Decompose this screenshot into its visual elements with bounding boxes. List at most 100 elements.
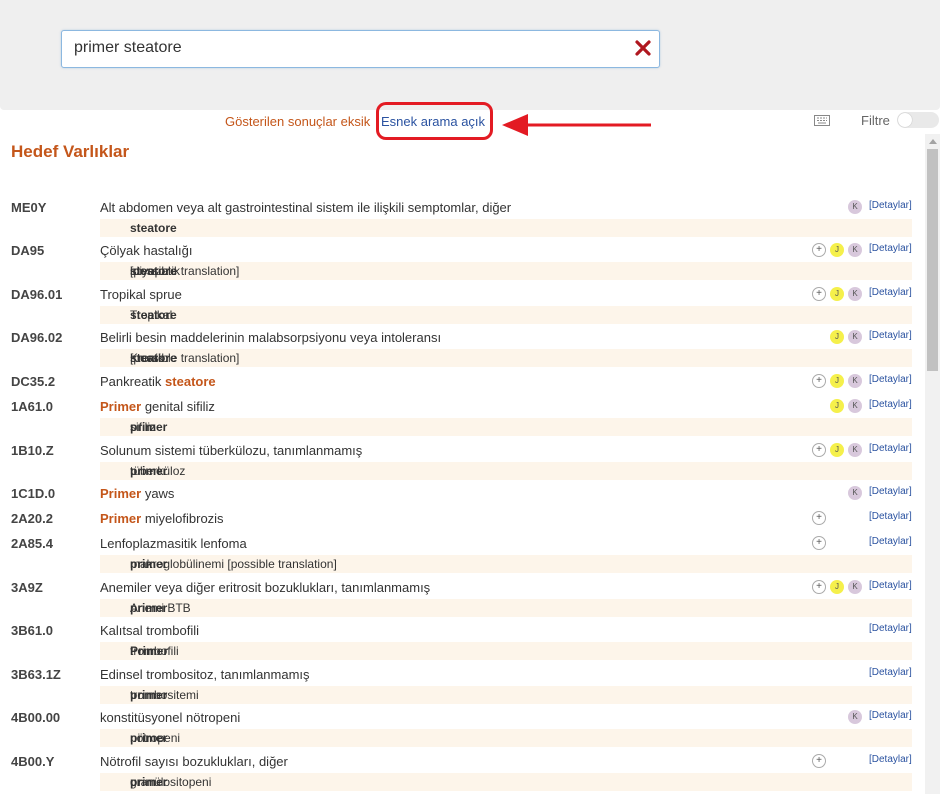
k-badge: K: [848, 580, 862, 594]
text-segment: genital sifiliz: [141, 399, 215, 414]
entity-title[interactable]: Tropikal sprue: [100, 287, 182, 302]
text-segment: Anemiler veya diğer eritrosit bozuklukla…: [100, 580, 431, 595]
details-link[interactable]: [Detaylar]: [869, 536, 912, 547]
text-segment: Edinsel trombositoz, tanımlanmamış: [100, 667, 310, 682]
k-badge: K: [848, 399, 862, 413]
text-segment: Kalıtsal trombofili: [100, 623, 199, 638]
match-highlight: Primer: [100, 511, 142, 526]
match-highlight: Primer: [100, 486, 142, 501]
entity-code[interactable]: 4B00.Y: [11, 754, 54, 769]
matched-synonym: primer nötropeni: [100, 729, 912, 747]
match-highlight: steatore: [130, 221, 177, 235]
text-segment: Tropikal sprue: [100, 287, 182, 302]
details-link[interactable]: [Detaylar]: [869, 623, 912, 634]
entity-code[interactable]: DA95: [11, 243, 44, 258]
k-badge: K: [848, 330, 862, 344]
postcoordination-badge: +: [812, 511, 826, 525]
filter-toggle[interactable]: [897, 112, 939, 128]
j-badge: J: [830, 243, 844, 257]
k-badge: K: [848, 710, 862, 724]
scroll-up-icon[interactable]: [929, 139, 937, 144]
entity-title[interactable]: Pankreatik steatore: [100, 374, 216, 389]
entity-code[interactable]: DA96.02: [11, 330, 62, 345]
entity-code[interactable]: 3B61.0: [11, 623, 53, 638]
entity-code[interactable]: DA96.01: [11, 287, 62, 302]
text-segment: Anemi BTB: [130, 601, 191, 615]
text-segment: granülositopeni: [130, 775, 212, 789]
entity-title[interactable]: Alt abdomen veya alt gastrointestinal si…: [100, 200, 511, 215]
details-link[interactable]: [Detaylar]: [869, 511, 912, 522]
results-incomplete-message: Gösterilen sonuçlar eksik: [225, 114, 371, 129]
matched-synonym: primer tüberküloz: [100, 462, 912, 480]
text-segment: nötropeni: [130, 731, 181, 745]
text-segment: miyelofibrozis: [141, 511, 224, 526]
details-link[interactable]: [Detaylar]: [869, 243, 912, 254]
details-link[interactable]: [Detaylar]: [869, 580, 912, 591]
entity-title[interactable]: Çölyak hastalığı: [100, 243, 193, 258]
text-segment: Alt abdomen veya alt gastrointestinal si…: [100, 200, 512, 215]
details-link[interactable]: [Detaylar]: [869, 443, 912, 454]
entity-code[interactable]: ME0Y: [11, 200, 46, 215]
j-badge: J: [830, 399, 844, 413]
search-box[interactable]: [61, 30, 660, 68]
entity-title[interactable]: Edinsel trombositoz, tanımlanmamış: [100, 667, 310, 682]
text-segment: makroglobülinemi [possible translation]: [130, 557, 337, 571]
details-link[interactable]: [Detaylar]: [869, 486, 912, 497]
postcoordination-badge: +: [812, 243, 826, 257]
entity-title[interactable]: Nötrofil sayısı bozuklukları, diğer: [100, 754, 288, 769]
entity-code[interactable]: 3A9Z: [11, 580, 43, 595]
entity-title[interactable]: konstitüsyonel nötropeni: [100, 710, 240, 725]
clear-search-icon[interactable]: [633, 38, 653, 58]
entity-title[interactable]: Primer genital sifiliz: [100, 399, 215, 414]
postcoordination-badge: +: [812, 754, 826, 768]
details-link[interactable]: [Detaylar]: [869, 374, 912, 385]
k-badge: K: [848, 200, 862, 214]
k-badge: K: [848, 486, 862, 500]
entity-code[interactable]: 2A85.4: [11, 536, 53, 551]
matched-synonym: Primer trombofili: [100, 642, 912, 660]
matched-synonym: primer sifiliz: [100, 418, 912, 436]
entity-title[interactable]: Belirli besin maddelerinin malabsorpsiyo…: [100, 330, 441, 345]
annotation-arrow-icon: [502, 114, 651, 136]
text-segment: Belirli besin maddelerinin malabsorpsiyo…: [100, 330, 442, 345]
entity-title[interactable]: Solunum sistemi tüberkülozu, tanımlanmam…: [100, 443, 362, 458]
match-highlight: Primer: [100, 399, 142, 414]
text-segment: Çölyak hastalığı: [100, 243, 193, 258]
entity-code[interactable]: DC35.2: [11, 374, 55, 389]
text-segment: yaws: [141, 486, 175, 501]
details-link[interactable]: [Detaylar]: [869, 399, 912, 410]
entity-code[interactable]: 2A20.2: [11, 511, 53, 526]
text-segment: [possible translation]: [130, 264, 240, 278]
section-title: Hedef Varlıklar: [11, 142, 130, 161]
entity-title[interactable]: Lenfoplazmasitik lenfoma: [100, 536, 247, 551]
details-link[interactable]: [Detaylar]: [869, 200, 912, 211]
entity-code[interactable]: 1A61.0: [11, 399, 53, 414]
details-link[interactable]: [Detaylar]: [869, 754, 912, 765]
text-segment: trombofili: [130, 644, 179, 658]
matched-synonym: primer Anemi BTB: [100, 599, 912, 617]
text-segment: trombositemi: [130, 688, 199, 702]
entity-code[interactable]: 1C1D.0: [11, 486, 55, 501]
entity-title[interactable]: Primer miyelofibrozis: [100, 511, 224, 526]
search-panel: [0, 0, 940, 110]
text-segment: tüberküloz: [130, 464, 186, 478]
entity-code[interactable]: 3B63.1Z: [11, 667, 61, 682]
k-badge: K: [848, 374, 862, 388]
matched-synonym: primer trombositemi: [100, 686, 912, 704]
entity-title[interactable]: Primer yaws: [100, 486, 174, 501]
postcoordination-badge: +: [812, 374, 826, 388]
postcoordination-badge: +: [812, 536, 826, 550]
search-input[interactable]: [74, 37, 624, 59]
entity-title[interactable]: Kalıtsal trombofili: [100, 623, 199, 638]
keyboard-icon[interactable]: [814, 115, 830, 126]
details-link[interactable]: [Detaylar]: [869, 667, 912, 678]
entity-title[interactable]: Anemiler veya diğer eritrosit bozuklukla…: [100, 580, 430, 595]
details-link[interactable]: [Detaylar]: [869, 710, 912, 721]
match-highlight: steatore: [130, 308, 177, 322]
matched-synonym: Tropikal steatore: [100, 306, 912, 324]
entity-code[interactable]: 1B10.Z: [11, 443, 54, 458]
scrollbar-thumb[interactable]: [927, 149, 938, 371]
entity-code[interactable]: 4B00.00: [11, 710, 60, 725]
details-link[interactable]: [Detaylar]: [869, 287, 912, 298]
details-link[interactable]: [Detaylar]: [869, 330, 912, 341]
